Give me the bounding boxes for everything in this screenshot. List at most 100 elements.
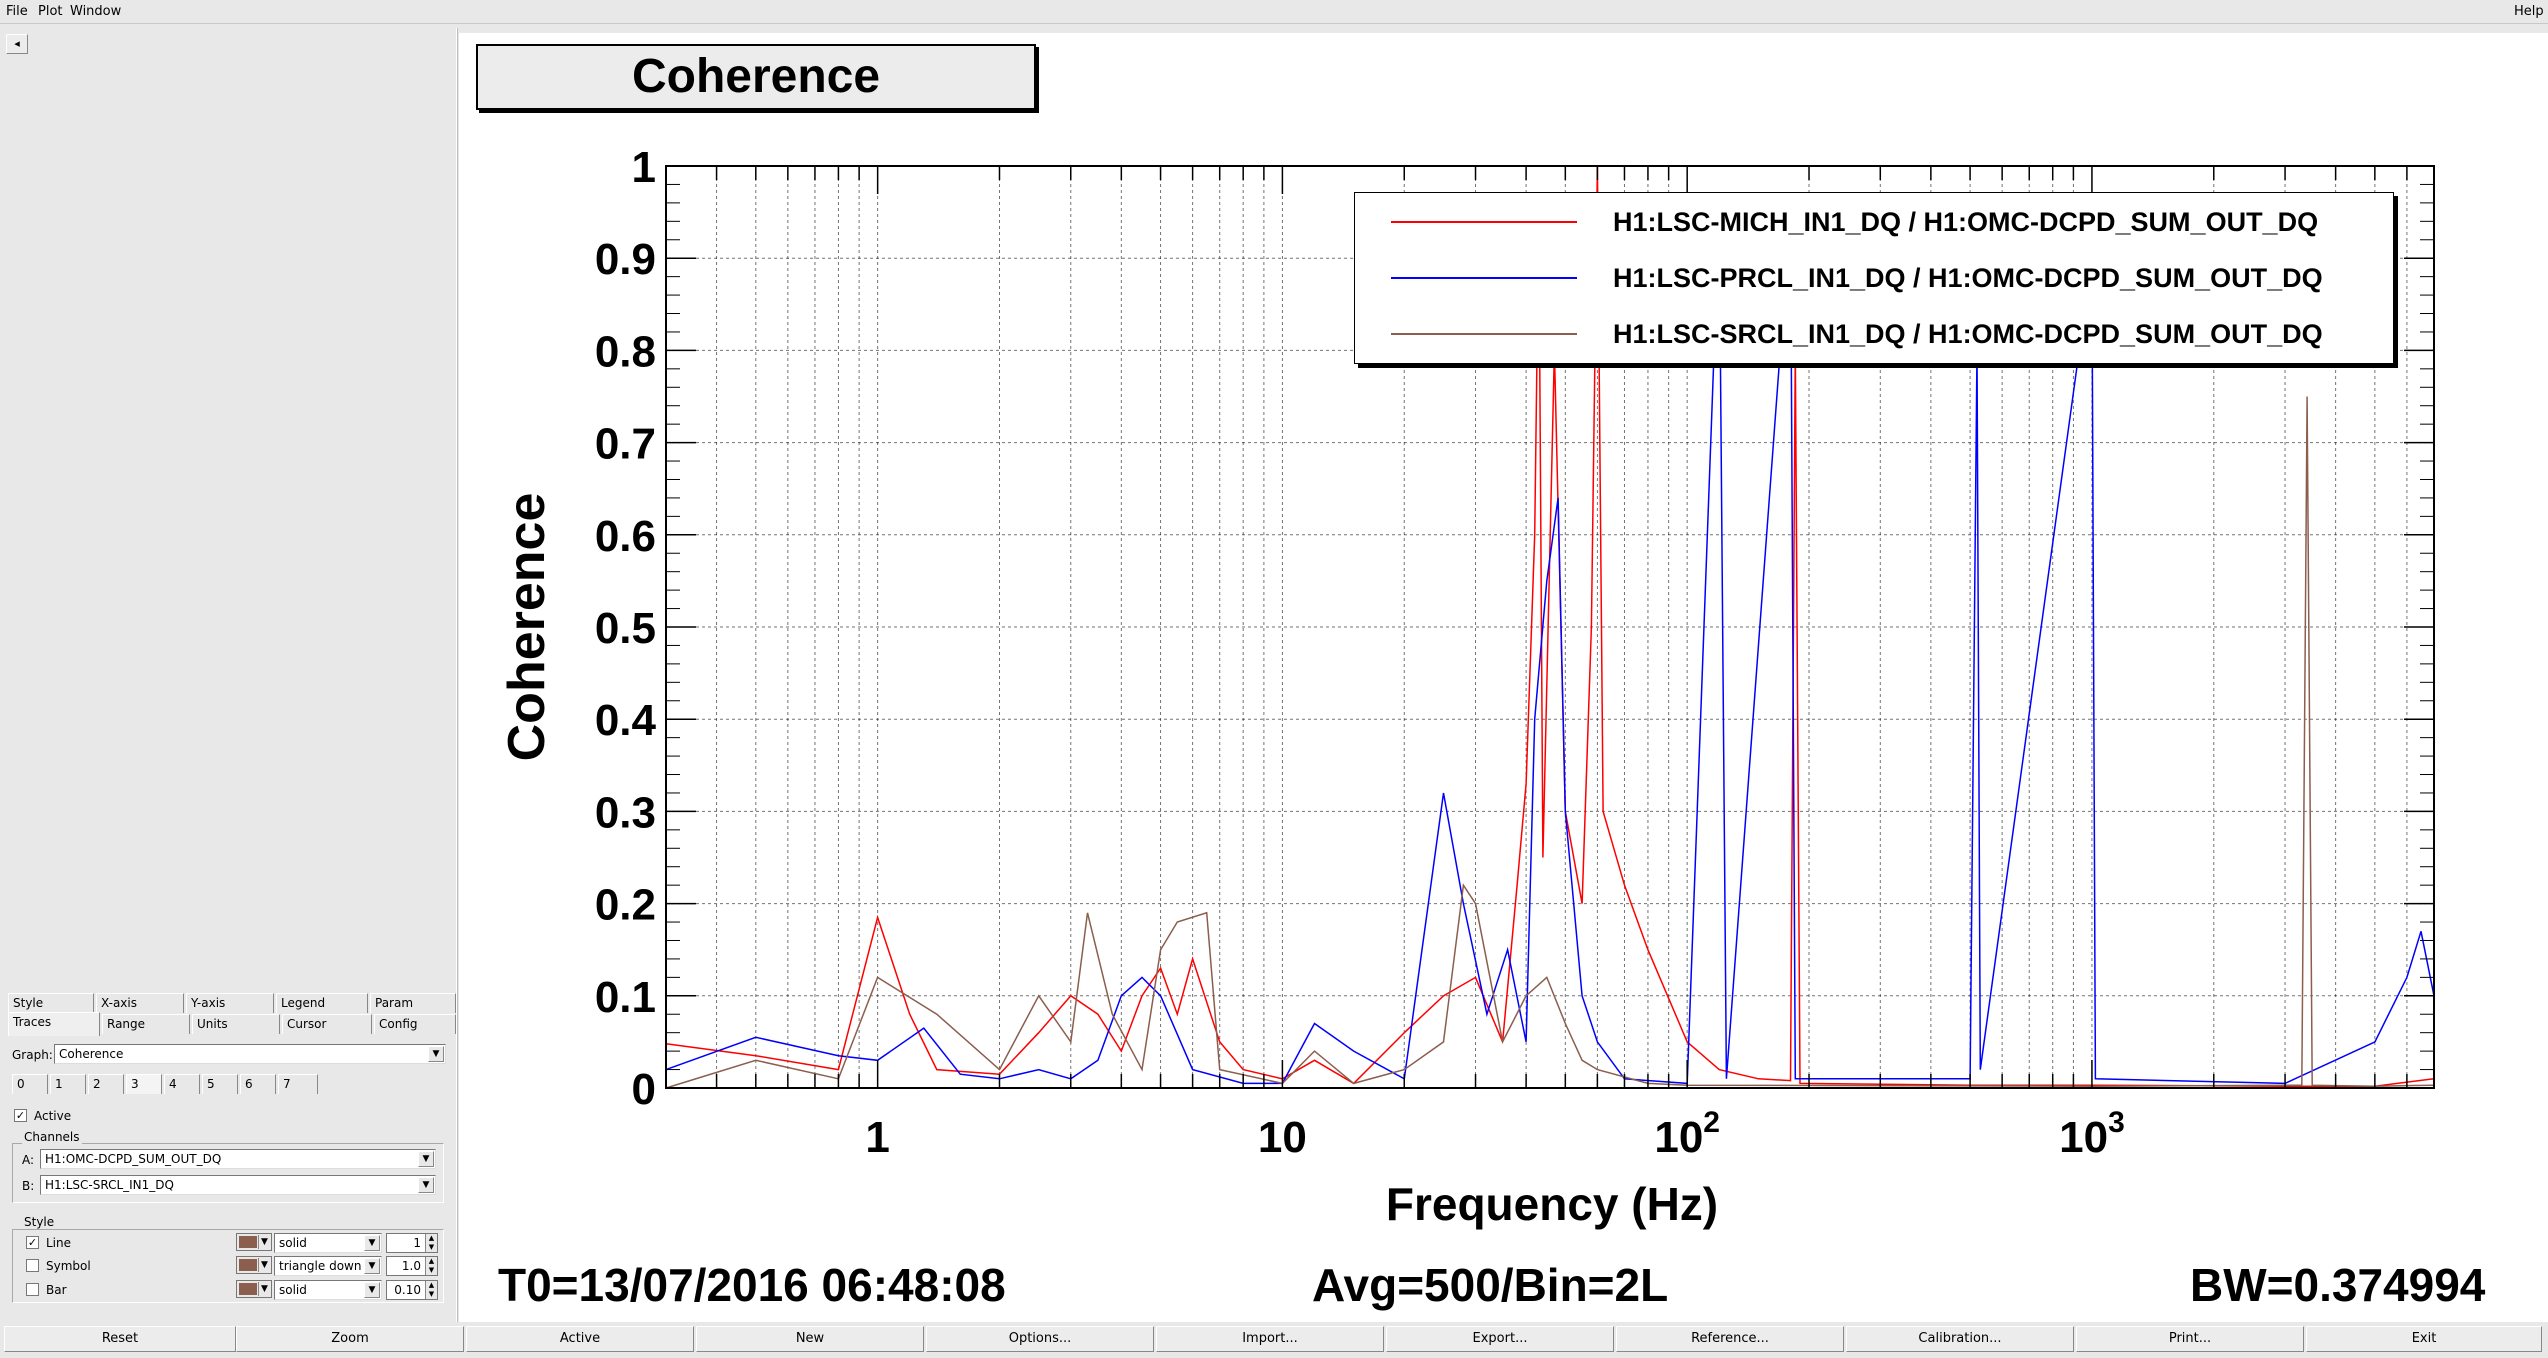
chevron-down-icon[interactable]: ▼ [364, 1235, 380, 1251]
bar-style-value: solid [279, 1283, 307, 1297]
tab-cursor[interactable]: Cursor [282, 1014, 372, 1034]
channels-title: Channels [22, 1130, 82, 1144]
tab-units[interactable]: Units [192, 1014, 280, 1034]
menubar: File Plot Window Help [0, 0, 2548, 24]
export-button[interactable]: Export... [1386, 1326, 1614, 1352]
line-color-swatch [239, 1236, 257, 1248]
menu-file[interactable]: File [6, 4, 28, 19]
graph-select[interactable]: Coherence ▼ [54, 1044, 446, 1064]
channel-a-select[interactable]: H1:OMC-DCPD_SUM_OUT_DQ ▼ [40, 1149, 436, 1169]
trace-tab-6[interactable]: 6 [240, 1074, 276, 1094]
trace-tab-7[interactable]: 7 [278, 1074, 318, 1094]
line-width-value: 1 [413, 1236, 421, 1250]
graph-label: Graph: [12, 1048, 53, 1062]
tab-x-axis[interactable]: X-axis [96, 993, 184, 1013]
options-button[interactable]: Options... [926, 1326, 1154, 1352]
t0-readout: T0=13/07/2016 06:48:08 [498, 1259, 1006, 1311]
legend-swatch-mich [1391, 221, 1577, 223]
line-width-spinner[interactable]: 1 ▲ ▼ [386, 1233, 438, 1253]
chart-legend[interactable]: H1:LSC-MICH_IN1_DQ / H1:OMC-DCPD_SUM_OUT… [1354, 192, 2394, 364]
legend-swatch-prcl [1391, 277, 1577, 279]
chevron-down-icon[interactable]: ▼ [428, 1046, 444, 1062]
legend-label-srcl: H1:LSC-SRCL_IN1_DQ / H1:OMC-DCPD_SUM_OUT… [1613, 319, 2323, 349]
trace-tab-5[interactable]: 5 [202, 1074, 238, 1094]
style-title: Style [22, 1215, 57, 1229]
panel-divider[interactable] [456, 28, 458, 1322]
menu-help[interactable]: Help [2514, 4, 2544, 19]
tab-legend[interactable]: Legend [276, 993, 368, 1013]
channel-b-label: B: [22, 1179, 35, 1193]
bar-color-swatch [239, 1283, 257, 1295]
collapse-panel-button[interactable]: ◂ [6, 34, 28, 54]
bar-checkbox[interactable] [26, 1283, 39, 1296]
graph-select-value: Coherence [59, 1047, 124, 1061]
menu-window[interactable]: Window [70, 4, 121, 19]
symbol-label: Symbol [46, 1259, 91, 1273]
symbol-color-picker[interactable]: ▼ [236, 1256, 272, 1274]
bar-color-picker[interactable]: ▼ [236, 1280, 272, 1298]
legend-entry-srcl: H1:LSC-SRCL_IN1_DQ / H1:OMC-DCPD_SUM_OUT… [1355, 313, 2393, 353]
menu-plot[interactable]: Plot [38, 4, 63, 19]
legend-entry-mich: H1:LSC-MICH_IN1_DQ / H1:OMC-DCPD_SUM_OUT… [1355, 201, 2393, 241]
channel-b-value: H1:LSC-SRCL_IN1_DQ [45, 1178, 174, 1192]
chevron-down-icon[interactable]: ▼ [364, 1258, 380, 1274]
tab-param[interactable]: Param [370, 993, 456, 1013]
line-color-picker[interactable]: ▼ [236, 1233, 272, 1251]
legend-swatch-srcl [1391, 333, 1577, 335]
tab-config[interactable]: Config [374, 1014, 456, 1034]
tab-range[interactable]: Range [102, 1014, 190, 1034]
zoom-button[interactable]: Zoom [236, 1326, 464, 1352]
active-label: Active [34, 1109, 72, 1123]
chevron-down-icon[interactable]: ▼ [418, 1177, 434, 1193]
bw-readout: BW=0.374994 [2190, 1259, 2486, 1311]
bottom-toolbar: Reset Zoom Active New Options... Import.… [0, 1322, 2548, 1358]
spin-arrows-icon[interactable]: ▲ ▼ [425, 1257, 437, 1275]
legend-entry-prcl: H1:LSC-PRCL_IN1_DQ / H1:OMC-DCPD_SUM_OUT… [1355, 257, 2393, 297]
symbol-size-value: 1.0 [401, 1259, 421, 1273]
tab-row-2: Traces Range Units Cursor Config [8, 1012, 456, 1036]
symbol-color-swatch [239, 1259, 257, 1271]
channel-a-label: A: [22, 1153, 35, 1167]
trace-tab-1[interactable]: 1 [50, 1074, 86, 1094]
reference-button[interactable]: Reference... [1616, 1326, 1844, 1352]
chevron-down-icon[interactable]: ▼ [418, 1151, 434, 1167]
trace-tab-2[interactable]: 2 [88, 1074, 124, 1094]
active-checkbox[interactable]: ✓ [14, 1109, 27, 1122]
chevron-down-icon: ▼ [258, 1235, 270, 1249]
legend-label-prcl: H1:LSC-PRCL_IN1_DQ / H1:OMC-DCPD_SUM_OUT… [1613, 263, 2323, 293]
tab-y-axis[interactable]: Y-axis [186, 993, 274, 1013]
spin-arrows-icon[interactable]: ▲ ▼ [425, 1281, 437, 1299]
exit-button[interactable]: Exit [2306, 1326, 2542, 1352]
avg-readout: Avg=500/Bin=2L [1312, 1259, 1669, 1311]
line-label: Line [46, 1236, 72, 1250]
chevron-down-icon: ▼ [258, 1282, 270, 1296]
channel-a-value: H1:OMC-DCPD_SUM_OUT_DQ [45, 1152, 222, 1166]
tab-style[interactable]: Style [8, 993, 94, 1013]
trace-tabs: 0 1 2 3 4 5 6 7 [8, 1074, 456, 1094]
symbol-style-select[interactable]: triangle down ▼ [274, 1256, 382, 1276]
spin-arrows-icon[interactable]: ▲ ▼ [425, 1234, 437, 1252]
trace-tab-0[interactable]: 0 [12, 1074, 48, 1094]
line-style-select[interactable]: solid ▼ [274, 1233, 382, 1253]
symbol-checkbox[interactable] [26, 1259, 39, 1272]
bar-label: Bar [46, 1283, 67, 1297]
line-style-value: solid [279, 1236, 307, 1250]
bar-width-spinner[interactable]: 0.10 ▲ ▼ [386, 1280, 438, 1300]
chevron-down-icon: ▼ [258, 1258, 270, 1272]
channel-b-select[interactable]: H1:LSC-SRCL_IN1_DQ ▼ [40, 1175, 436, 1195]
chevron-down-icon[interactable]: ▼ [364, 1282, 380, 1298]
new-button[interactable]: New [696, 1326, 924, 1352]
plot-title: Coherence [476, 44, 1036, 110]
import-button[interactable]: Import... [1156, 1326, 1384, 1352]
active-button[interactable]: Active [466, 1326, 694, 1352]
symbol-size-spinner[interactable]: 1.0 ▲ ▼ [386, 1256, 438, 1276]
reset-button[interactable]: Reset [4, 1326, 236, 1352]
bar-style-select[interactable]: solid ▼ [274, 1280, 382, 1300]
trace-tab-3[interactable]: 3 [126, 1074, 162, 1094]
tab-traces[interactable]: Traces [8, 1012, 100, 1036]
trace-tab-4[interactable]: 4 [164, 1074, 200, 1094]
calibration-button[interactable]: Calibration... [1846, 1326, 2074, 1352]
print-button[interactable]: Print... [2076, 1326, 2304, 1352]
symbol-style-value: triangle down [279, 1259, 362, 1273]
line-checkbox[interactable]: ✓ [26, 1236, 39, 1249]
